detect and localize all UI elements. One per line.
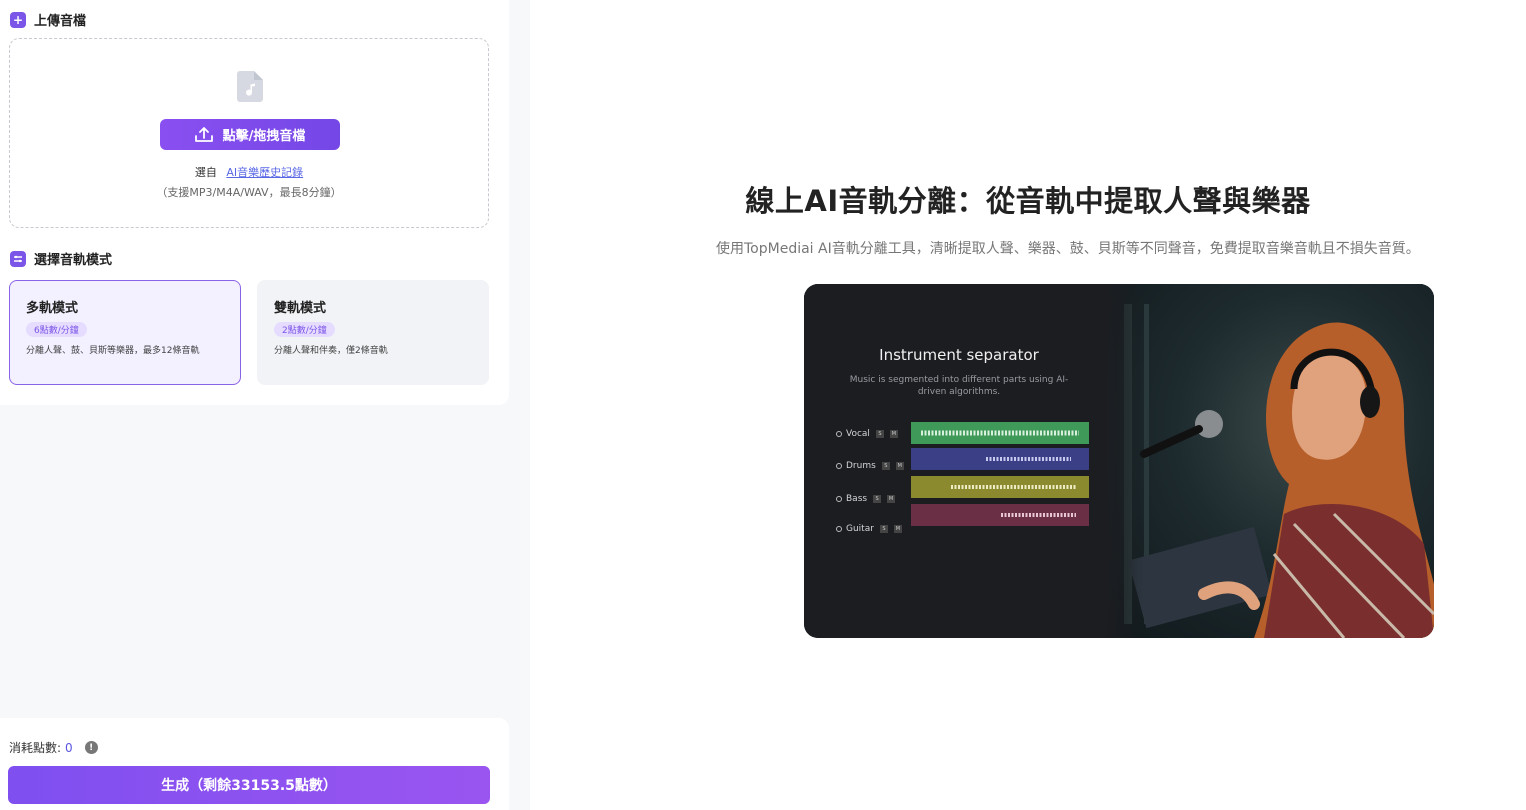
solo-icon: S (881, 462, 890, 470)
singer-illustration (1124, 304, 1434, 638)
generate-card: 消耗點數: 0 ! 生成（剩餘33153.5點數） (0, 718, 509, 810)
mute-icon: M (893, 525, 902, 533)
mode-name: 多軌模式 (26, 301, 79, 316)
mode-description: 分離人聲、鼓、貝斯等樂器，最多12條音軌 (26, 346, 200, 356)
upload-title: 上傳音檔 (34, 14, 87, 29)
separator-panel: Instrument separator Music is segmented … (804, 284, 1114, 638)
guitar-icon (836, 526, 842, 532)
waveform-guitar (911, 504, 1089, 526)
sliders-icon (10, 250, 26, 267)
settings-card: + 上傳音檔 點擊/拖拽音檔 選自 AI音樂歷史記錄 （支援MP3/M4A/WA… (0, 0, 509, 405)
photo-fade (1104, 284, 1144, 638)
music-file-icon (237, 71, 263, 102)
choose-prefix: 選自 (194, 166, 217, 179)
separator-title: Instrument separator (879, 346, 1039, 364)
track-label-bass: Bass SM (836, 488, 906, 510)
upload-button-label: 點擊/拖拽音檔 (222, 129, 306, 144)
support-note: （支援MP3/M4A/WAV，最長8分鐘） (156, 186, 342, 199)
upload-button[interactable]: 點擊/拖拽音檔 (160, 119, 340, 150)
cost-line: 消耗點數: 0 ! (9, 739, 98, 756)
cost-label: 消耗點數: (9, 741, 62, 755)
singer-photo (1104, 284, 1434, 638)
track-name: Vocal (846, 429, 870, 439)
mic-icon (836, 431, 842, 437)
drum-icon (836, 463, 842, 469)
track-label-guitar: Guitar SM (836, 518, 906, 540)
mode-section-title: 選擇音軌模式 (10, 249, 112, 268)
waveform-bass (911, 476, 1089, 498)
waveform-drums (911, 448, 1089, 470)
info-icon[interactable]: ! (84, 741, 98, 754)
upload-section-title: + 上傳音檔 (10, 10, 86, 29)
upload-icon (194, 126, 213, 142)
left-panel: + 上傳音檔 點擊/拖拽音檔 選自 AI音樂歷史記錄 （支援MP3/M4A/WA… (0, 0, 530, 810)
track-name: Drums (846, 461, 876, 471)
waveform-vocal (911, 422, 1089, 444)
intro-area: 線上AI音軌分離：從音軌中提取人聲與樂器 使用TopMediai AI音軌分離工… (530, 0, 1526, 810)
mute-icon: M (887, 495, 896, 503)
track-name: Bass (846, 494, 868, 504)
hero-subtitle: 使用TopMediai AI音軌分離工具，清晰提取人聲、樂器、鼓、貝斯等不同聲音… (716, 241, 1420, 257)
solo-icon: S (873, 495, 882, 503)
mute-icon: M (889, 430, 898, 438)
bass-icon (836, 496, 842, 502)
cost-value: 0 (65, 740, 73, 755)
mode-option-multitrack[interactable]: 多軌模式 6點數/分鐘 分離人聲、鼓、貝斯等樂器，最多12條音軌 (9, 280, 241, 385)
mode-title: 選擇音軌模式 (34, 253, 113, 268)
separator-description: Music is segmented into different parts … (849, 375, 1069, 397)
track-label-drums: Drums SM (836, 455, 906, 477)
track-name: Guitar (846, 524, 874, 534)
mode-option-dualtrack[interactable]: 雙軌模式 2點數/分鐘 分離人聲和伴奏，僅2條音軌 (257, 280, 489, 385)
upload-dropzone[interactable]: 點擊/拖拽音檔 選自 AI音樂歷史記錄 （支援MP3/M4A/WAV，最長8分鐘… (9, 38, 489, 228)
choose-from-history: 選自 AI音樂歷史記錄 (10, 164, 488, 180)
mute-icon: M (895, 462, 904, 470)
plus-icon: + (10, 11, 26, 28)
solo-icon: S (879, 525, 888, 533)
track-label-vocal: Vocal SM (836, 423, 906, 445)
solo-icon: S (875, 430, 884, 438)
hero-title: 線上AI音軌分離：從音軌中提取人聲與樂器 (745, 184, 1311, 218)
mode-cost-badge: 6點數/分鐘 (26, 322, 87, 337)
hero-illustration: Instrument separator Music is segmented … (804, 284, 1434, 638)
mode-name: 雙軌模式 (274, 301, 327, 316)
mode-description: 分離人聲和伴奏，僅2條音軌 (274, 346, 388, 356)
mode-cost-badge: 2點數/分鐘 (274, 322, 335, 337)
history-link[interactable]: AI音樂歷史記錄 (226, 166, 303, 179)
generate-button[interactable]: 生成（剩餘33153.5點數） (8, 766, 490, 804)
